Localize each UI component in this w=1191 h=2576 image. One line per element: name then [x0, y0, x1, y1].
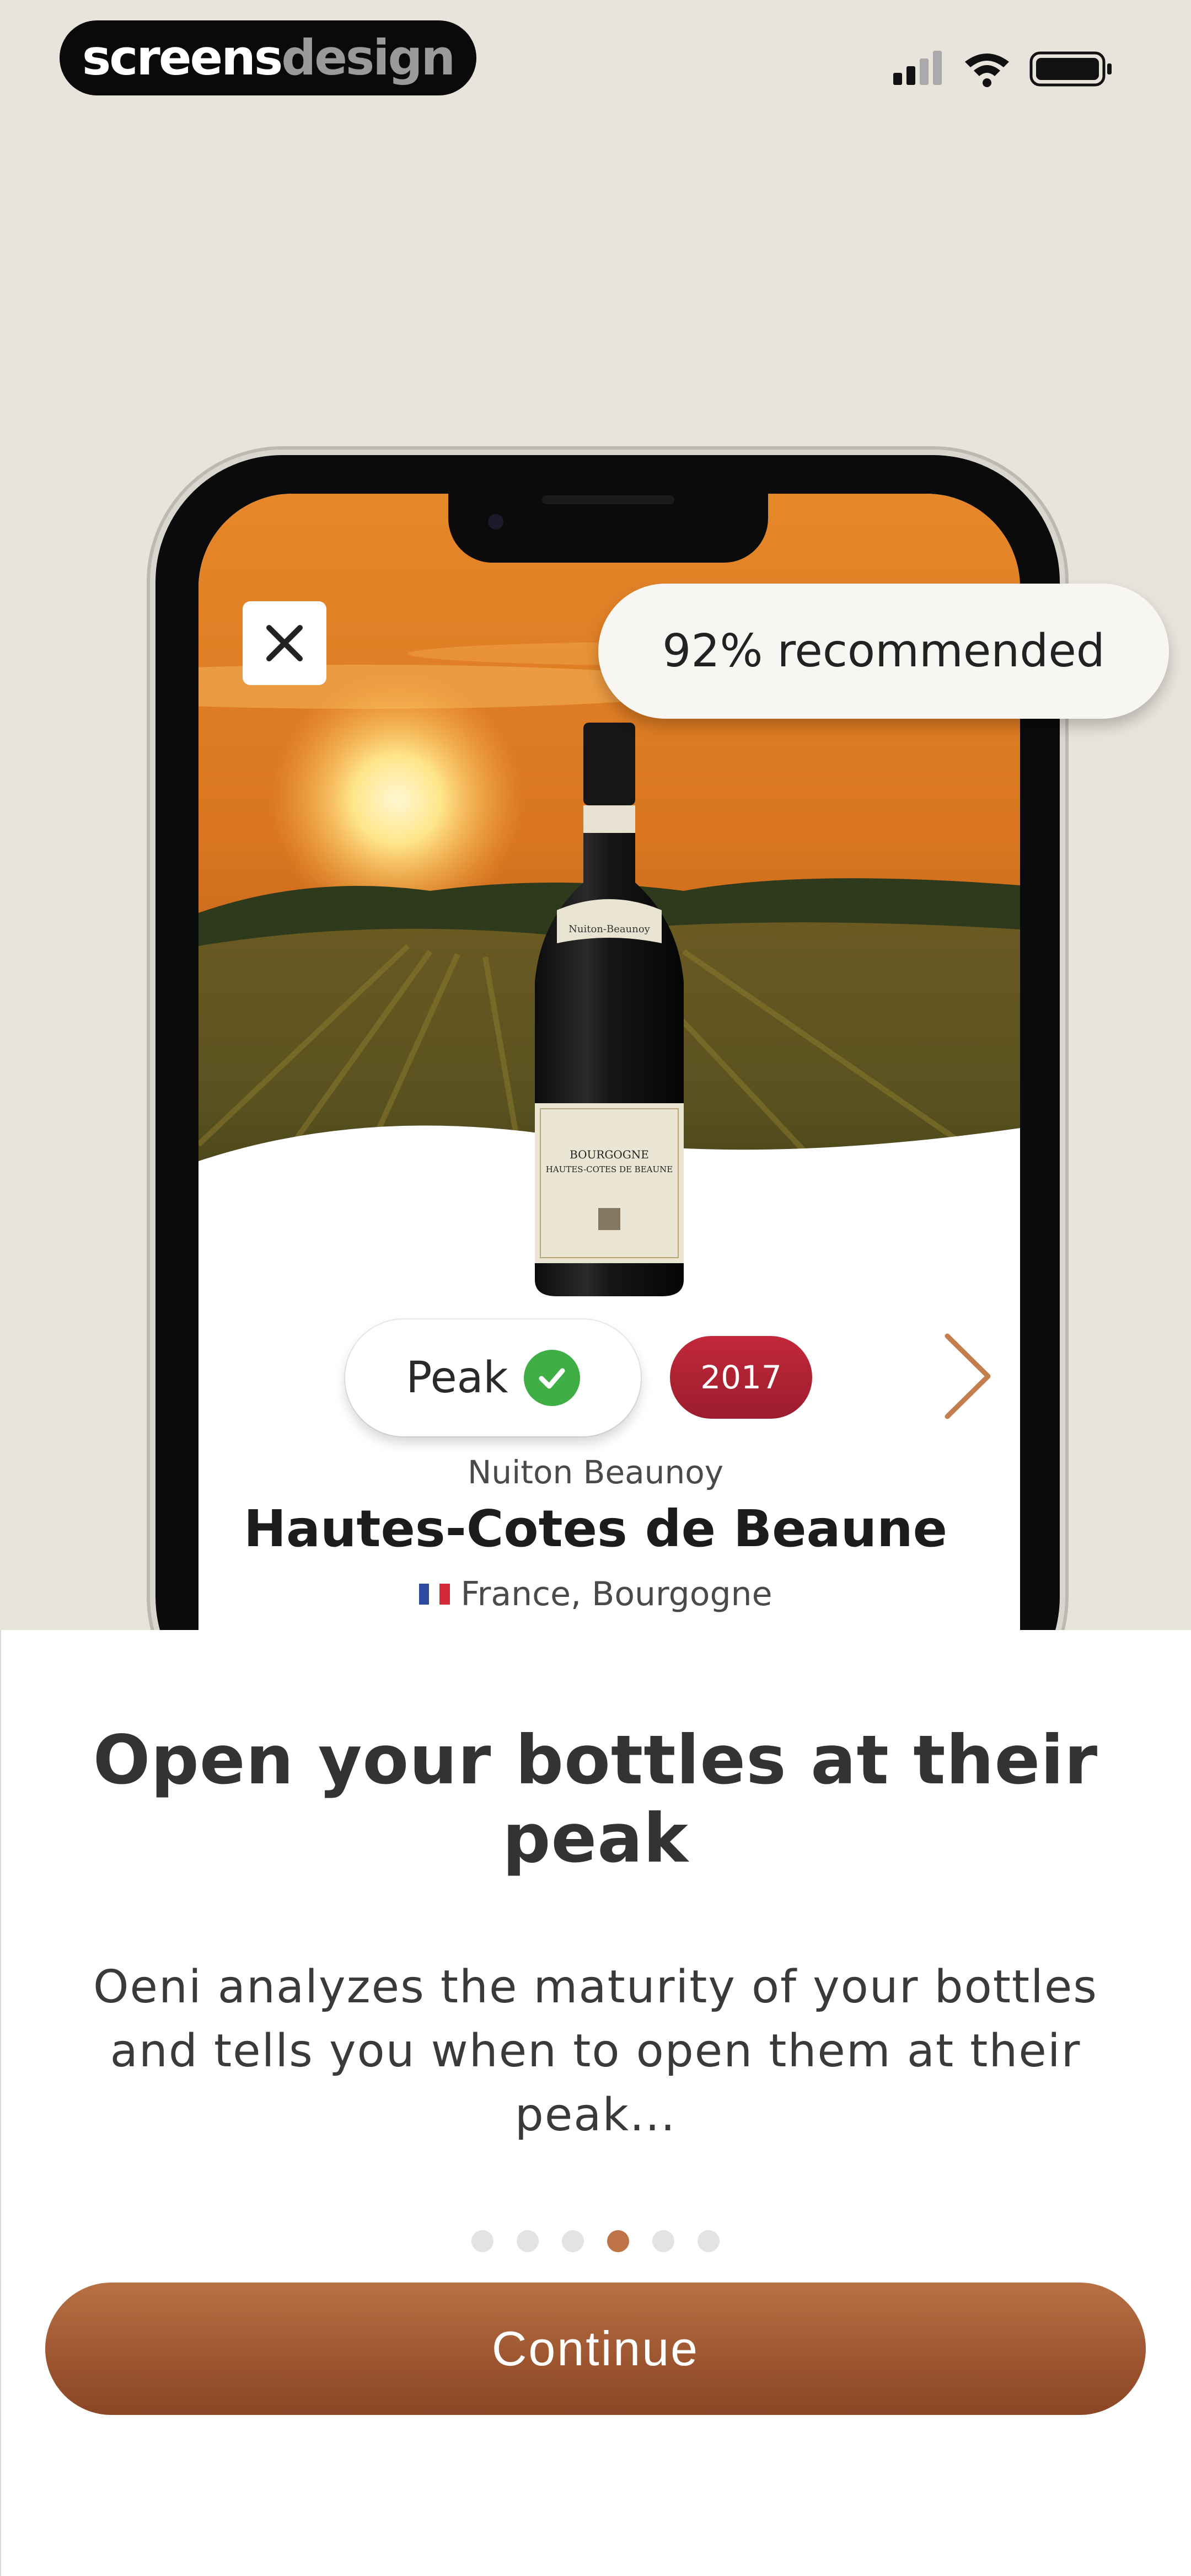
- page-indicator: [0, 2230, 1191, 2252]
- page-dot[interactable]: [698, 2230, 720, 2252]
- france-flag-icon: [419, 1584, 450, 1605]
- brand-text-primary: screens: [82, 29, 283, 86]
- peak-status-label: Peak: [406, 1353, 508, 1403]
- recommendation-badge: 92% recommended: [598, 584, 1169, 719]
- check-circle-icon: [523, 1350, 580, 1406]
- peak-status-pill: Peak: [345, 1319, 641, 1436]
- page-dot[interactable]: [517, 2230, 539, 2252]
- close-icon: [266, 625, 303, 661]
- phone-speaker: [542, 495, 674, 504]
- wine-region: France, Bourgogne: [0, 1575, 1191, 1613]
- page-dot[interactable]: [471, 2230, 493, 2252]
- phone-camera: [488, 514, 503, 530]
- chevron-right-icon[interactable]: [937, 1329, 998, 1423]
- page-dot-active[interactable]: [607, 2230, 629, 2252]
- cellular-signal-icon: [893, 51, 942, 85]
- hero-background: screens design Nuiton-Beaunoy BOURGOGNE …: [0, 0, 1191, 1630]
- wifi-icon: [965, 54, 1009, 87]
- brand-logo: screens design: [60, 20, 476, 95]
- close-button[interactable]: [243, 601, 326, 685]
- brand-text-secondary: design: [281, 29, 455, 86]
- bottle-label-line1: BOURGOGNE: [570, 1148, 649, 1161]
- onboarding-description: Oeni analyzes the maturity of your bottl…: [93, 1961, 1098, 2141]
- onboarding-title: Open your bottles at their peak: [93, 1721, 1098, 1878]
- page-dot[interactable]: [652, 2230, 674, 2252]
- wine-region-label: France, Bourgogne: [460, 1575, 772, 1613]
- bottle-label-line2: HAUTES-COTES DE BEAUNE: [546, 1164, 673, 1174]
- wine-producer: Nuiton Beaunoy: [467, 1453, 724, 1491]
- wine-name: Hautes-Cotes de Beaune: [243, 1499, 948, 1558]
- wine-bottle-image: Nuiton-Beaunoy BOURGOGNE HAUTES-COTES DE…: [535, 723, 684, 1296]
- status-bar-icons: [893, 51, 1112, 87]
- bottle-neck-label: Nuiton-Beaunoy: [568, 923, 650, 935]
- continue-button[interactable]: Continue: [45, 2283, 1146, 2415]
- battery-icon: [1029, 51, 1112, 87]
- vintage-badge: 2017: [670, 1336, 812, 1419]
- phone-notch: [448, 485, 768, 563]
- page-dot[interactable]: [562, 2230, 584, 2252]
